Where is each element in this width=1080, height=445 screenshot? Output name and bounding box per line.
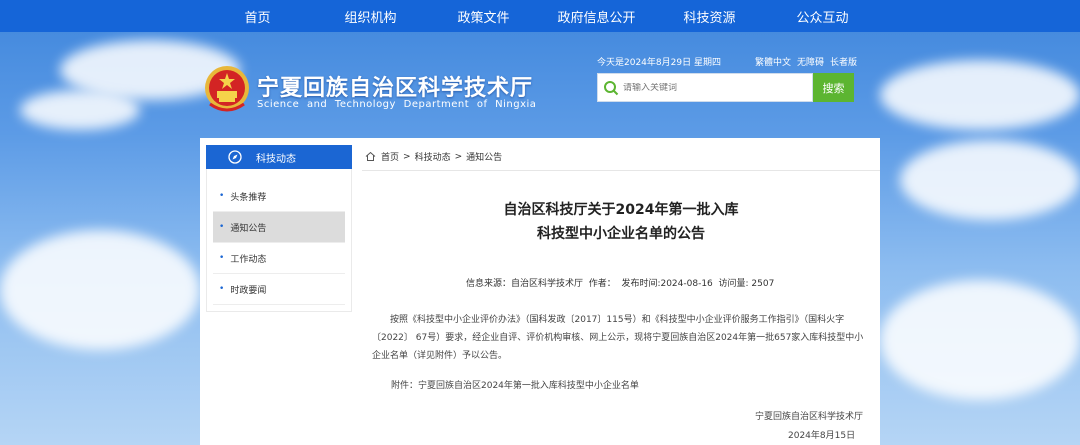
site-title[interactable]: 宁夏回族自治区科学技术厅	[257, 70, 533, 102]
breadcrumb-notices[interactable]: 通知公告	[466, 150, 502, 163]
nav-organization[interactable]: 组织机构	[314, 7, 427, 26]
breadcrumb-tech-news[interactable]: 科技动态	[415, 150, 451, 163]
search-box	[597, 73, 813, 102]
cloud-decoration	[20, 90, 140, 130]
sidebar-list: • 头条推荐 • 通知公告 • 工作动态 • 时政要闻	[206, 169, 352, 312]
sidebar-heading-label: 科技动态	[256, 153, 296, 165]
bullet-icon: •	[219, 284, 225, 294]
article-sign-date: 2024年8月15日	[788, 431, 856, 441]
search-input[interactable]	[623, 82, 803, 93]
nav-resources[interactable]: 科技资源	[653, 7, 766, 26]
link-accessibility[interactable]: 无障碍	[797, 55, 824, 68]
sidebar-item-work-news[interactable]: • 工作动态	[213, 243, 345, 274]
cloud-decoration	[900, 140, 1080, 220]
cloud-decoration	[880, 280, 1080, 400]
nav-home[interactable]: 首页	[201, 7, 314, 26]
article-body: 按照《科技型中小企业评价办法》（国科发政〔2017〕115号）和《科技型中小企业…	[372, 315, 864, 361]
bullet-icon: •	[219, 191, 225, 201]
sidebar: 科技动态 • 头条推荐 • 通知公告 • 工作动态 • 时政要闻	[206, 145, 352, 312]
link-traditional-chinese[interactable]: 繁體中文	[755, 55, 791, 68]
current-date: 今天是2024年8月29日 星期四	[597, 58, 721, 68]
search-icon	[604, 80, 619, 95]
breadcrumb-separator: >	[403, 151, 411, 162]
attachment-link[interactable]: 附件：宁夏回族自治区2024年第一批入库科技型中小企业名单	[391, 378, 639, 391]
sidebar-item-label: 时政要闻	[230, 285, 267, 296]
sidebar-item-current-affairs[interactable]: • 时政要闻	[213, 274, 345, 305]
search-button[interactable]: 搜索	[813, 73, 854, 102]
nav-gov-info[interactable]: 政府信息公开	[540, 7, 653, 26]
sidebar-item-label: 通知公告	[230, 223, 267, 234]
article-title: 自治区科技厅关于2024年第一批入库 科技型中小企业名单的公告	[362, 198, 880, 246]
nav-interaction[interactable]: 公众互动	[766, 7, 879, 26]
site-subtitle-en: Science and Technology Department of Nin…	[257, 99, 537, 110]
bullet-icon: •	[219, 253, 225, 263]
top-links: 繁體中文 无障碍 长者版	[755, 55, 857, 68]
sidebar-item-headlines[interactable]: • 头条推荐	[213, 181, 345, 212]
national-emblem-icon	[205, 66, 249, 112]
article-title-line2: 科技型中小企业名单的公告	[537, 226, 705, 242]
compass-icon	[228, 150, 242, 164]
home-icon	[365, 151, 376, 161]
sidebar-heading: 科技动态	[206, 145, 352, 169]
link-elder-version[interactable]: 长者版	[830, 55, 857, 68]
article-meta: 信息来源：自治区科学技术厅 作者： 发布时间:2024-08-16 访问量: 2…	[466, 279, 775, 289]
sidebar-item-label: 工作动态	[230, 254, 267, 265]
sidebar-item-label: 头条推荐	[230, 192, 267, 203]
cloud-decoration	[880, 60, 1080, 130]
article-signature: 宁夏回族自治区科学技术厅	[755, 412, 864, 422]
sidebar-item-notices[interactable]: • 通知公告	[213, 212, 345, 243]
breadcrumb-separator: >	[454, 151, 463, 162]
breadcrumb-home[interactable]: 首页	[381, 150, 399, 163]
article-title-line1: 自治区科技厅关于2024年第一批入库	[503, 202, 739, 218]
nav-policy[interactable]: 政策文件	[427, 7, 540, 26]
main-nav: 首页 组织机构 政策文件 政府信息公开 科技资源 公众互动	[0, 0, 1080, 32]
cloud-decoration	[0, 230, 200, 350]
bullet-icon: •	[219, 222, 225, 232]
breadcrumb: 首页 > 科技动态 > 通知公告	[362, 143, 880, 171]
